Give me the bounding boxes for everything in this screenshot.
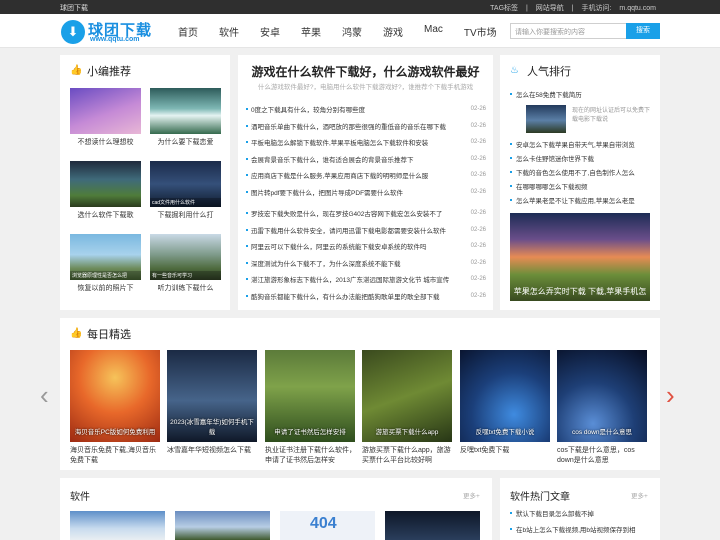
nav-mac[interactable]: Mac (424, 24, 443, 39)
headline-subtitle: 什么游戏软件最好?，电脑用什么软件下载游戏好?，谁推荐个下载手机游戏 (257, 84, 474, 91)
nav-android[interactable]: 安卓 (260, 24, 280, 39)
software-more-link[interactable]: 更多+ (463, 490, 480, 500)
list-item[interactable]: 在哪哪哪哪怎么下载视频 (510, 181, 650, 191)
top-bar: 球团下载 TAG标签 | 网站导航 | 手机访问: m.qqtu.com (0, 0, 720, 14)
nav-games[interactable]: 游戏 (383, 24, 403, 39)
top-links: TAG标签 | 网站导航 | 手机访问: m.qqtu.com (490, 5, 656, 12)
highlight-item[interactable]: 现在的网址认证后可以免费下载电影下载说 (526, 105, 650, 135)
list-item[interactable]: 平板电脑怎么解锁下载软件,苹果平板电脑怎么下载软件和安装 02-26 (246, 134, 486, 151)
main-nav: 首页 软件 安卓 苹果 鸿蒙 游戏 Mac TV市场 (178, 24, 518, 39)
hot-articles-panel: 软件热门文章 更多+ 默认下载目录怎么卸载不掉 在b站上怎么下载视频,用b站视频… (500, 478, 660, 540)
search-box: 请输入你要搜索的内容 搜索 (510, 23, 660, 39)
news-list-2: 罗技宏下载失败是什么，现在罗技G402古容网下载宏怎么安装不了 02-26 迅雷下… (246, 205, 486, 304)
list-item[interactable]: 会展背景音乐下载什么，谁有适合展会的背景音乐推荐下 02-26 (246, 151, 486, 168)
popular-title: ♨ 人气排行 (510, 65, 571, 78)
daily-item[interactable]: 反嘿txt免费下载小说 反嘿txt免费下载 (460, 350, 550, 454)
thumbnail-image (70, 161, 141, 207)
thumbs-up-icon: 👍 (70, 65, 83, 76)
list-item[interactable]: 阿里云可以下载什么，阿里云的系统能下载安卓系统的软件吗 02-26 (246, 238, 486, 255)
header: ⬇ 球团下载 www.qqtu.com 首页 软件 安卓 苹果 鸿蒙 游戏 Ma… (0, 14, 720, 48)
popular-banner[interactable]: 苹果怎么弄实时下载 下载,苹果手机怎 (510, 213, 650, 301)
editor-pick-item[interactable]: 浏览器原理性是否怎么把 恢复以前的照片下 (70, 234, 141, 292)
news-list-1: 0度之下载具有什么，较角分别有哪些度 02-26 酒吧音乐单曲下载什么，酒吧放的那… (246, 101, 486, 200)
editor-pick-panel: 👍 小编推荐 不想读什么理想校 为什么要下载恋爱 选什么软件下载歌 cad文件用… (60, 55, 230, 310)
search-button[interactable]: 搜索 (626, 23, 660, 39)
list-item[interactable]: 湛江旅游形象标志下载什么，2013广东湛远国际旅游文化节 城市宣传 02-26 (246, 271, 486, 288)
mobile-access-label: 手机访问: (581, 5, 612, 12)
software-thumbnail[interactable] (385, 511, 480, 540)
thumbs-up-icon: 👍 (70, 328, 83, 339)
nav-harmony[interactable]: 鸿蒙 (342, 24, 362, 39)
daily-item[interactable]: 2023(冰雪嘉年华)如何手机下载 冰雪嘉年华短视频怎么下载 (167, 350, 257, 454)
thumbnail-image (526, 105, 566, 133)
nav-tv[interactable]: TV市场 (464, 24, 497, 39)
editor-pick-title: 👍 小编推荐 (70, 65, 131, 78)
logo[interactable]: ⬇ 球团下载 www.qqtu.com (61, 19, 157, 45)
list-item[interactable]: 默认下载目录怎么卸载不掉 (510, 508, 650, 518)
software-thumbnail[interactable]: 404 (280, 511, 375, 540)
software-thumbnail[interactable] (175, 511, 270, 540)
list-item[interactable]: 怎么苹果老是不让下载应用,苹果怎么老是 (510, 195, 650, 205)
editor-pick-item[interactable]: 为什么要下载恋爱 (150, 88, 221, 146)
software-title: 软件 (70, 492, 90, 503)
list-item[interactable]: 图片转pdf要下载什么，把图片导成PDF需要什么软件 02-26 (246, 184, 486, 201)
carousel-next-arrow[interactable]: › (666, 380, 675, 411)
center-article-panel: 游戏在什么软件下载好，什么游戏软件最好 什么游戏软件最好?，电脑用什么软件下载游… (238, 55, 493, 310)
thumbnail-image (150, 88, 221, 134)
tag-link[interactable]: TAG标签 (490, 5, 518, 12)
hot-more-link[interactable]: 更多+ (631, 490, 648, 500)
software-panel: 软件 更多+ 404 (60, 478, 492, 540)
search-input[interactable]: 请输入你要搜索的内容 (510, 23, 627, 39)
list-item[interactable]: 怎么在58免费下载简历 (510, 89, 650, 99)
editor-pick-item[interactable]: 选什么软件下载歌 (70, 161, 141, 219)
list-item[interactable]: 怎么卡住野馆迷你世界下载 (510, 153, 650, 163)
popular-panel: ♨ 人气排行 怎么在58免费下载简历 现在的网址认证后可以免费下载电影下载说 安… (500, 55, 660, 310)
headline[interactable]: 游戏在什么软件下载好，什么游戏软件最好 (238, 63, 493, 80)
download-icon: ⬇ (61, 20, 85, 44)
list-item[interactable]: 酒吧音乐单曲下载什么，酒吧放的那些很强的重低音的音乐在哪下载 02-26 (246, 118, 486, 135)
site-name: 球团下载 (60, 5, 88, 12)
daily-item[interactable]: cos down是什么意思 cos下载是什么意思，cos down是什么意思 (557, 350, 647, 464)
nav-software[interactable]: 软件 (219, 24, 239, 39)
nav-home[interactable]: 首页 (178, 24, 198, 39)
editor-pick-item[interactable]: 有一些音乐可学习 听力训练下载什么 (150, 234, 221, 292)
nav-apple[interactable]: 苹果 (301, 24, 321, 39)
list-item[interactable]: 应用商店下载是什么服务,苹果应用商店下载的明明师是什么服 02-26 (246, 167, 486, 184)
list-item[interactable]: 在b站上怎么下载视频,用b站视频保存到相 (510, 524, 650, 534)
list-item[interactable]: 安卓怎么下载苹果自带天气,苹果自带浏览 (510, 139, 650, 149)
mobile-url-link[interactable]: m.qqtu.com (619, 5, 656, 12)
software-thumbnail[interactable] (70, 511, 165, 540)
fire-icon: ♨ (510, 65, 519, 76)
list-item[interactable]: 下载的音色怎么使用不了,自色制作人怎么 (510, 167, 650, 177)
daily-title: 👍 每日精选 (70, 328, 131, 341)
daily-item[interactable]: 海贝音乐PC版如何免费利用 海贝音乐免费下载,海贝音乐免费下载 (70, 350, 160, 464)
thumbnail-image (70, 88, 141, 134)
error-404-graphic: 404 (310, 515, 337, 532)
list-item[interactable]: 罗技宏下载失败是什么，现在罗技G402古容网下载宏怎么安装不了 02-26 (246, 205, 486, 222)
list-item[interactable]: 0度之下载具有什么，较角分别有哪些度 02-26 (246, 101, 486, 118)
site-nav-link[interactable]: 网站导航 (536, 5, 564, 12)
list-item[interactable]: 深度测试为什么下载不了，为什么深度系统不能下载 02-26 (246, 255, 486, 272)
list-item[interactable]: 迅雷下载用什么软件安全，请问用迅雷下载电影都需要安装什么软件 02-26 (246, 222, 486, 239)
daily-item[interactable]: 申请了证书然后怎样安排 执业证书注册下载什么软件，申请了证书然后怎样安 (265, 350, 356, 464)
list-item[interactable]: 酷狗音乐都能下载什么，有什么办法能把酷狗歌单里的歌全部下载 02-26 (246, 288, 486, 305)
logo-url: www.qqtu.com (90, 36, 140, 43)
daily-panel: 👍 每日精选 海贝音乐PC版如何免费利用 海贝音乐免费下载,海贝音乐免费下载 2… (60, 318, 660, 470)
hot-title: 软件热门文章 (510, 492, 570, 503)
editor-pick-item[interactable]: cad文件用什么软件 下载掘利用什么打 (150, 161, 221, 219)
daily-item[interactable]: 游旅买票下载什么app 游旅买票下载什么app，旅游买票什么平台比较好啊 (362, 350, 452, 464)
carousel-prev-arrow[interactable]: ‹ (40, 380, 49, 411)
editor-pick-item[interactable]: 不想读什么理想校 (70, 88, 141, 146)
